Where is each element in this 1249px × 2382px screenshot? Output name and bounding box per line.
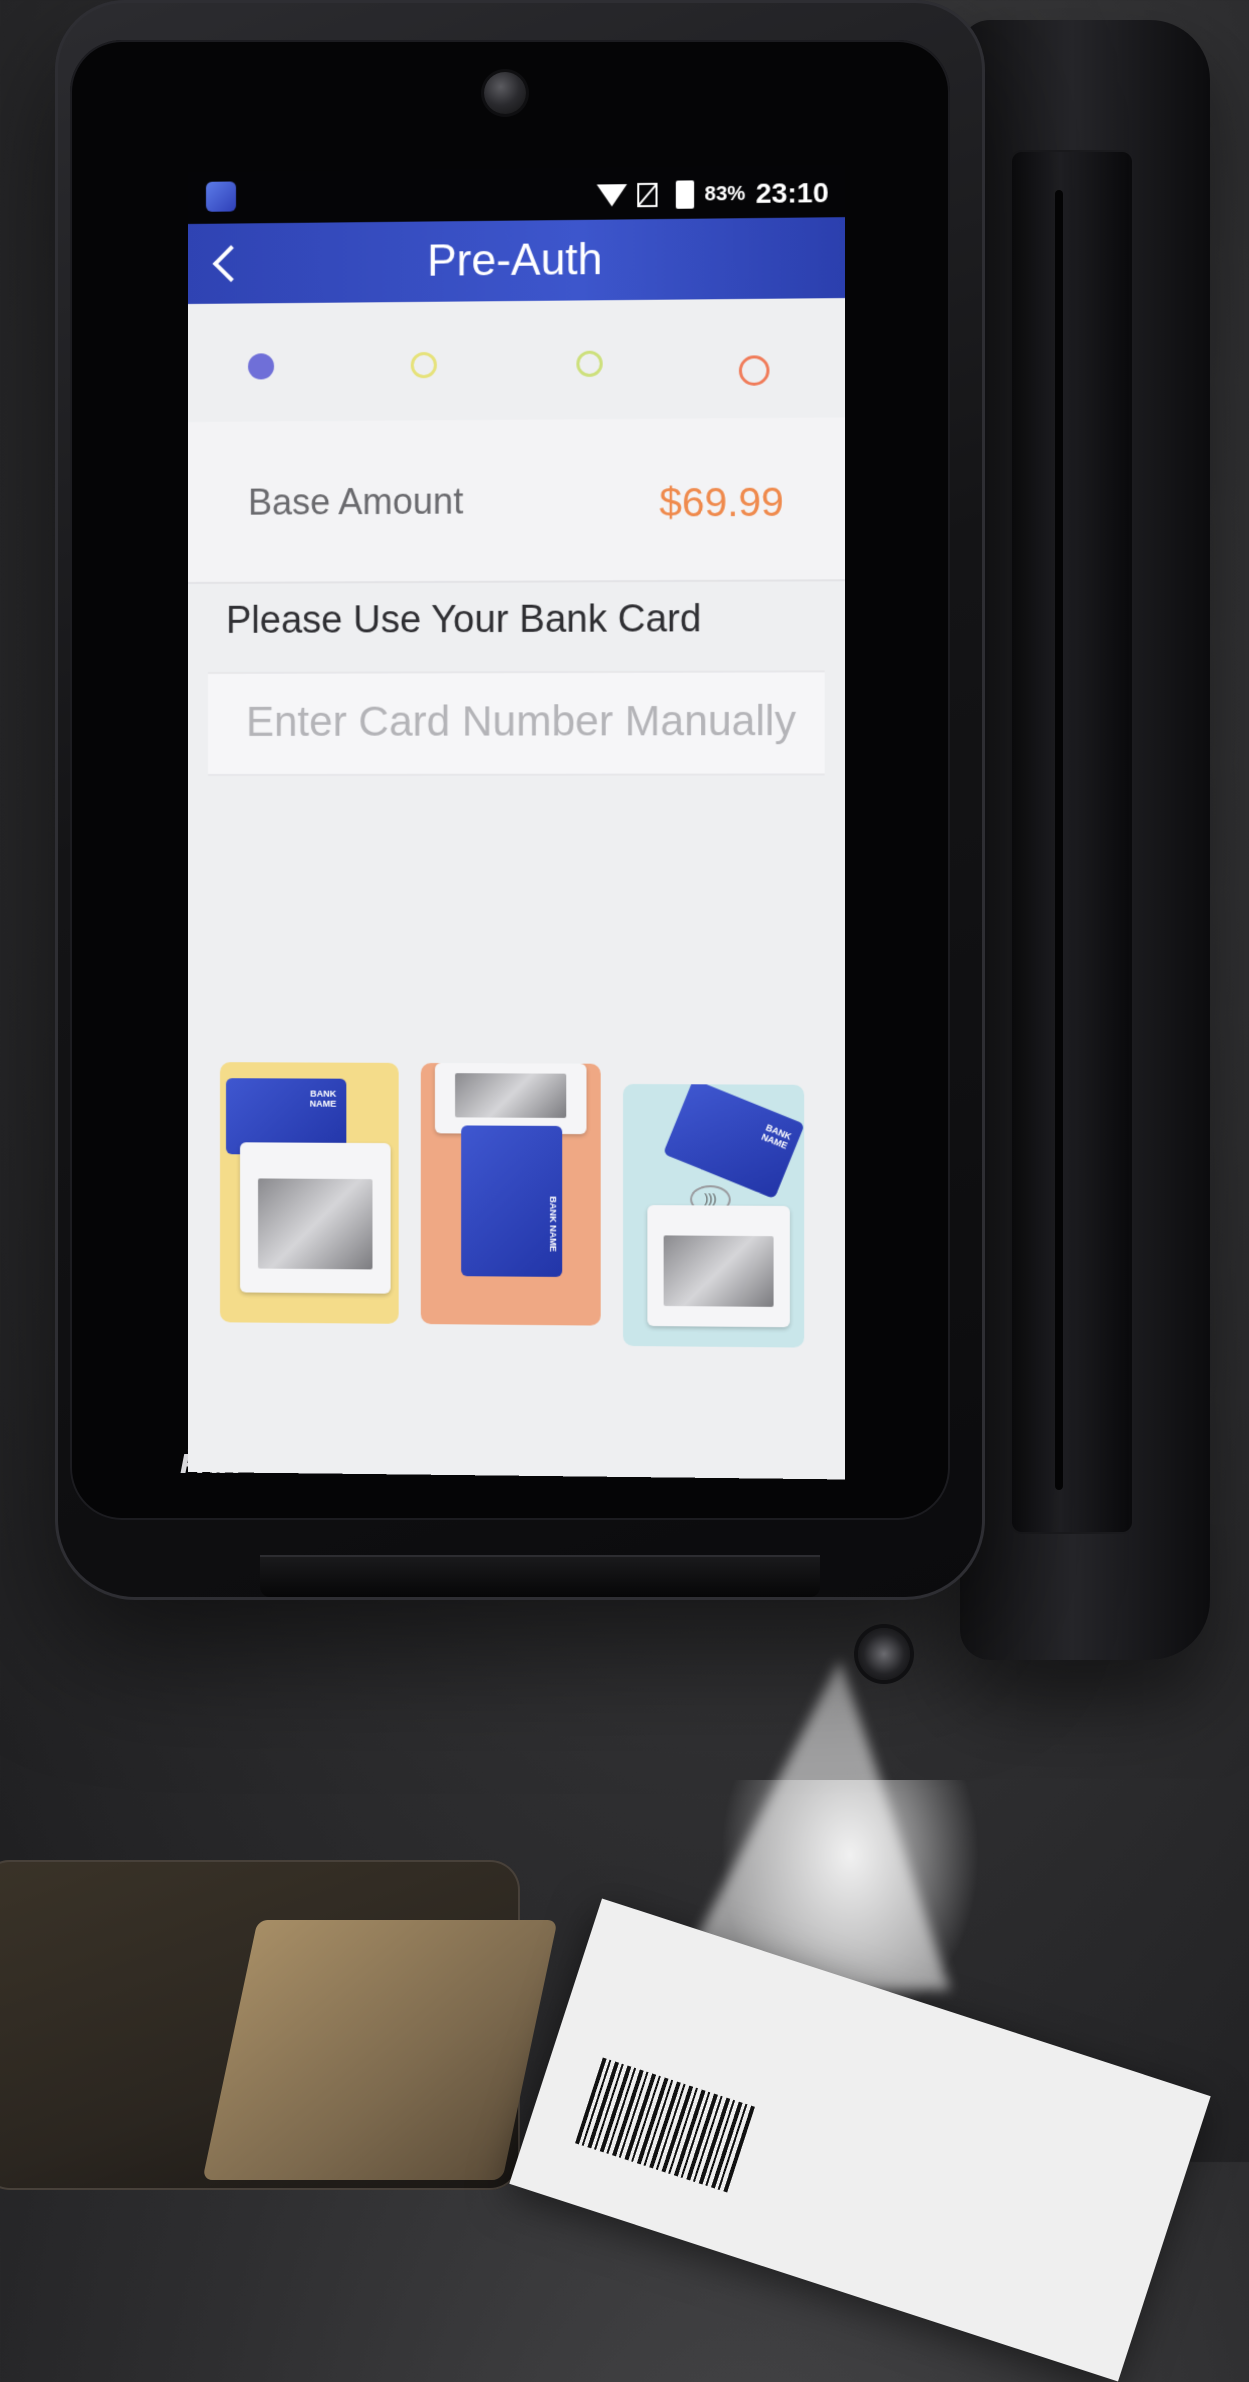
step-dot (738, 355, 770, 386)
amount-value: $69.99 (659, 480, 784, 526)
status-indicators: 83% 23:10 (596, 176, 829, 212)
bank-card-icon: BANK NAME (662, 1083, 805, 1200)
amount-label: Base Amount (248, 480, 464, 523)
terminal-screen-illustration (663, 1235, 774, 1307)
swipe-card-option[interactable]: BANK NAME (219, 1062, 399, 1324)
scanner-lens-icon (858, 1628, 910, 1680)
terminal-screen: 83% 23:10 Pre-Auth Base Amount $69.99 Pl… (188, 164, 846, 1480)
terminal-illustration (240, 1142, 391, 1294)
wifi-icon (596, 184, 628, 207)
background-box-face (202, 1920, 558, 2180)
bank-card-label: BANK NAME (760, 1122, 793, 1152)
terminal-illustration (434, 1063, 587, 1135)
terminal-screen-illustration (455, 1073, 567, 1118)
terminal-illustration (647, 1205, 790, 1328)
app-notification-icon (205, 181, 237, 212)
step-indicator (188, 326, 845, 412)
status-clock: 23:10 (755, 176, 829, 209)
status-bar: 83% 23:10 (188, 164, 846, 224)
card-prompt: Please Use Your Bank Card (226, 598, 702, 642)
bank-card-label: BANK NAME (548, 1196, 559, 1252)
battery-icon (676, 180, 695, 209)
terminal-screen-illustration (258, 1178, 373, 1270)
card-entry-options: BANK NAME BANK NAME BANK NAME ))) (219, 1062, 827, 1388)
card-reader-slot (1010, 150, 1134, 1534)
device-bottom-edge (260, 1555, 820, 1597)
tap-card-option[interactable]: BANK NAME ))) (623, 1083, 805, 1348)
step-dot (576, 350, 603, 378)
step-dot (410, 351, 437, 379)
card-reader-groove (1055, 190, 1063, 1490)
manual-entry-label: Enter Card Number Manually (246, 696, 796, 745)
manual-entry-button[interactable]: Enter Card Number Manually (207, 670, 825, 776)
battery-percentage: 83% (704, 182, 746, 205)
app-bar: Pre-Auth (188, 217, 846, 304)
step-dot-active (248, 353, 275, 380)
bank-card-icon: BANK NAME (461, 1125, 563, 1277)
page-title: Pre-Auth (427, 234, 603, 286)
camera-icon (484, 72, 526, 114)
amount-row: Base Amount $69.99 (188, 417, 846, 584)
bank-card-label: BANK NAME (309, 1088, 337, 1109)
insert-card-option[interactable]: BANK NAME (420, 1062, 601, 1326)
no-sim-icon (637, 182, 658, 208)
